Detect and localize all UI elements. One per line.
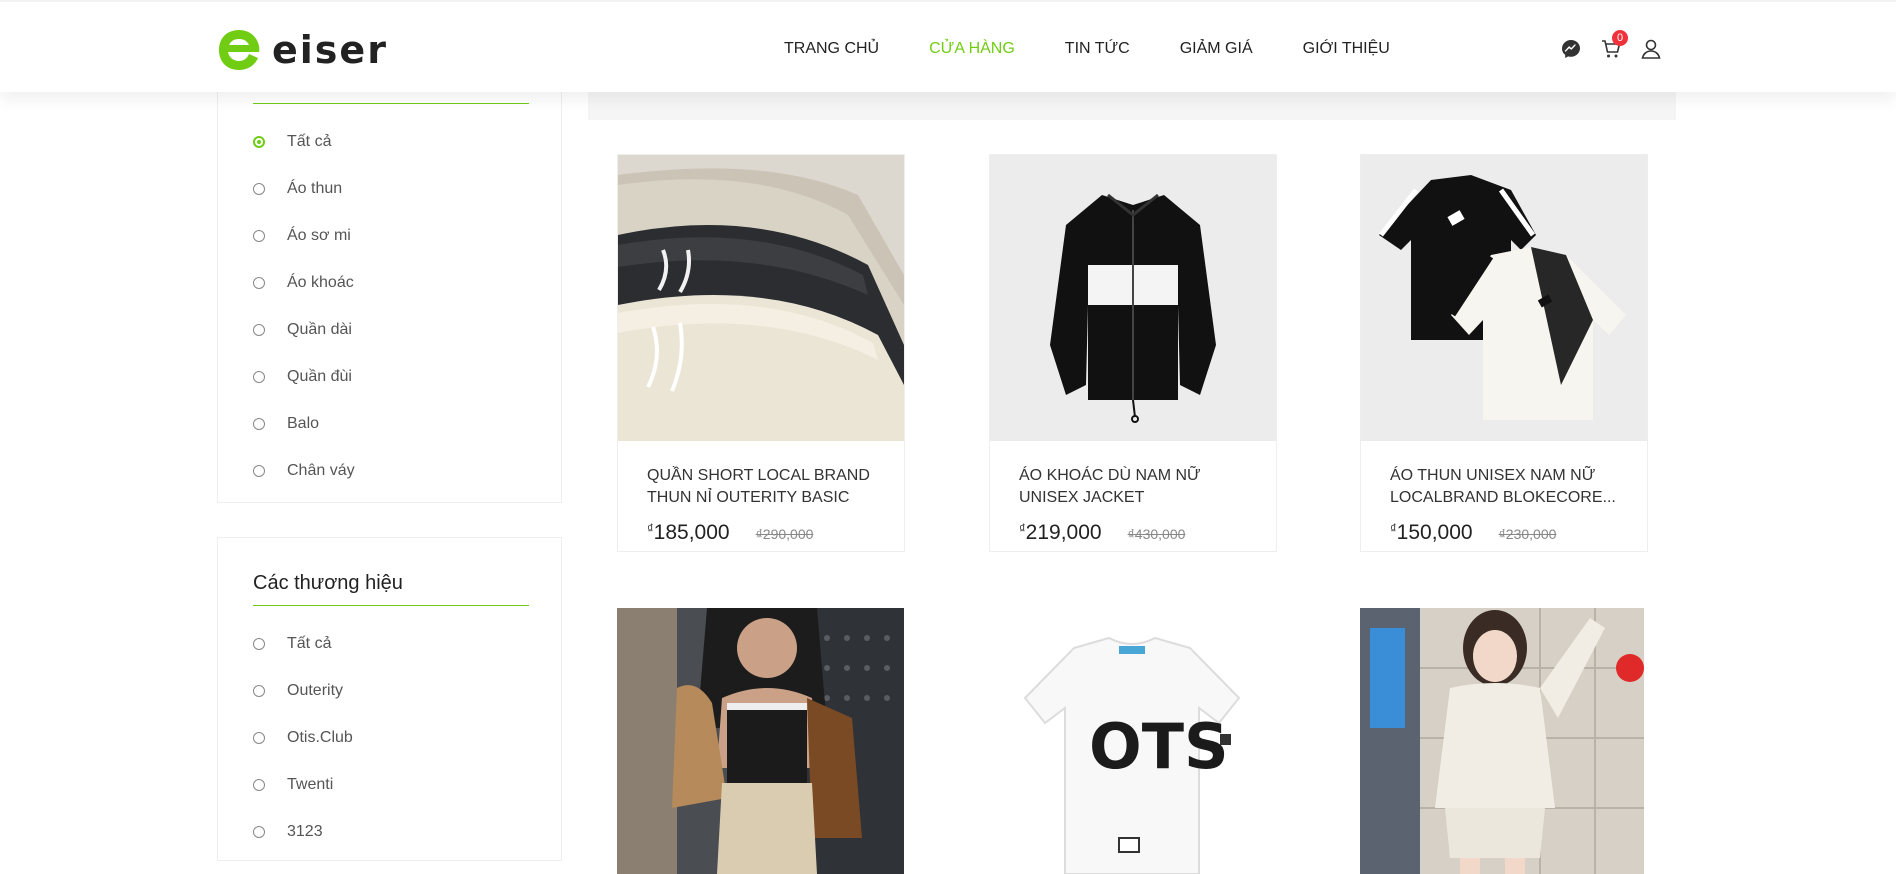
nav-item-about[interactable]: GIỚI THIỆU [1303, 40, 1390, 58]
widget-divider [253, 605, 529, 606]
site-header: eiser TRANG CHỦ CỬA HÀNG TIN TỨC GIẢM GI… [0, 0, 1896, 92]
product-title[interactable]: ÁO KHOÁC DÙ NAM NỮ UNISEX JACKET [1019, 465, 1259, 509]
product-price: 219,000 [1025, 521, 1102, 544]
product-card[interactable]: QUẦN SHORT LOCAL BRAND THUN NỈ OUTERITY … [617, 154, 905, 552]
currency-symbol: ₫ [1019, 521, 1026, 536]
product-price: 150,000 [1396, 521, 1473, 544]
radio-icon[interactable] [253, 229, 265, 242]
header-icons: 0 [1560, 30, 1680, 60]
main-nav: TRANG CHỦ CỬA HÀNG TIN TỨC GIẢM GIÁ GIỚI… [784, 40, 1440, 58]
radio-icon[interactable] [253, 323, 265, 336]
sort-bar [588, 92, 1676, 120]
category-list: Tất cả Áo thun Áo sơ mi Áo khoác Quần dà… [253, 118, 355, 494]
product-old-price: ₫290,000 [755, 526, 814, 542]
price-row: ₫ 150,000 ₫230,000 [1390, 521, 1556, 545]
radio-icon[interactable] [253, 276, 265, 289]
logo-mark-icon [219, 30, 260, 70]
price-row: ₫ 185,000 ₫290,000 [647, 521, 813, 545]
category-filter: Tất cả Áo thun Áo sơ mi Áo khoác Quần dà… [217, 70, 562, 503]
price-row: ₫ 219,000 ₫430,000 [1019, 521, 1185, 545]
radio-icon[interactable] [253, 825, 265, 838]
model-tanktop-photo[interactable] [617, 608, 904, 874]
brand-item-3123[interactable]: 3123 [253, 808, 353, 855]
ots-tshirt-photo[interactable]: OTS [989, 608, 1276, 874]
brand-item-outerity[interactable]: Outerity [253, 667, 353, 714]
category-item-shorts[interactable]: Quần đùi [253, 353, 355, 400]
category-item-trousers[interactable]: Quần dài [253, 306, 355, 353]
product-old-price: ₫430,000 [1127, 526, 1186, 542]
brand-item-otis-club[interactable]: Otis.Club [253, 714, 353, 761]
brand-item-all[interactable]: Tất cả [253, 620, 353, 667]
jacket-photo[interactable] [990, 155, 1276, 441]
radio-icon[interactable] [253, 417, 265, 430]
category-item-shirt[interactable]: Áo sơ mi [253, 212, 355, 259]
radio-icon[interactable] [253, 637, 265, 650]
nav-item-shop[interactable]: CỬA HÀNG [929, 40, 1015, 58]
brand-filter: Các thương hiệu Tất cả Outerity Otis.Clu… [217, 537, 562, 861]
product-card[interactable]: ÁO THUN UNISEX NAM NỮ LOCALBRAND BLOKECO… [1360, 154, 1648, 552]
category-item-tshirt[interactable]: Áo thun [253, 165, 355, 212]
logo-text: eiser [272, 28, 388, 72]
radio-icon[interactable] [253, 778, 265, 791]
model-cardigan-photo[interactable] [1360, 608, 1644, 874]
radio-icon[interactable] [253, 370, 265, 383]
radio-icon[interactable] [253, 731, 265, 744]
brand-list: Tất cả Outerity Otis.Club Twenti 3123 [253, 620, 353, 855]
radio-icon[interactable] [253, 182, 265, 195]
radio-checked-icon[interactable] [253, 135, 265, 148]
brand-filter-title: Các thương hiệu [253, 572, 403, 594]
widget-divider [253, 103, 529, 104]
product-title[interactable]: ÁO THUN UNISEX NAM NỮ LOCALBRAND BLOKECO… [1390, 465, 1630, 509]
logo[interactable]: eiser [216, 26, 388, 74]
brand-item-twenti[interactable]: Twenti [253, 761, 353, 808]
shorts-photo[interactable] [618, 155, 904, 441]
category-item-all[interactable]: Tất cả [253, 118, 355, 165]
radio-icon[interactable] [253, 464, 265, 477]
category-item-jacket[interactable]: Áo khoác [253, 259, 355, 306]
currency-symbol: ₫ [1390, 521, 1397, 536]
category-item-backpack[interactable]: Balo [253, 400, 355, 447]
messenger-icon[interactable] [1560, 38, 1582, 60]
nav-item-home[interactable]: TRANG CHỦ [784, 40, 879, 58]
ots-print: OTS [1089, 710, 1229, 783]
product-title[interactable]: QUẦN SHORT LOCAL BRAND THUN NỈ OUTERITY … [647, 465, 887, 509]
nav-item-sale[interactable]: GIẢM GIÁ [1180, 40, 1253, 58]
product-price: 185,000 [653, 521, 730, 544]
radio-icon[interactable] [253, 684, 265, 697]
tshirt-photo[interactable] [1361, 155, 1647, 441]
currency-symbol: ₫ [647, 521, 654, 536]
cart-icon[interactable]: 0 [1600, 30, 1628, 60]
category-item-skirt[interactable]: Chân váy [253, 447, 355, 494]
user-icon[interactable] [1640, 38, 1662, 60]
cart-count-badge: 0 [1612, 30, 1628, 46]
product-card[interactable]: ÁO KHOÁC DÙ NAM NỮ UNISEX JACKET ₫ 219,0… [989, 154, 1277, 552]
product-old-price: ₫230,000 [1498, 526, 1557, 542]
nav-item-news[interactable]: TIN TỨC [1065, 40, 1130, 58]
